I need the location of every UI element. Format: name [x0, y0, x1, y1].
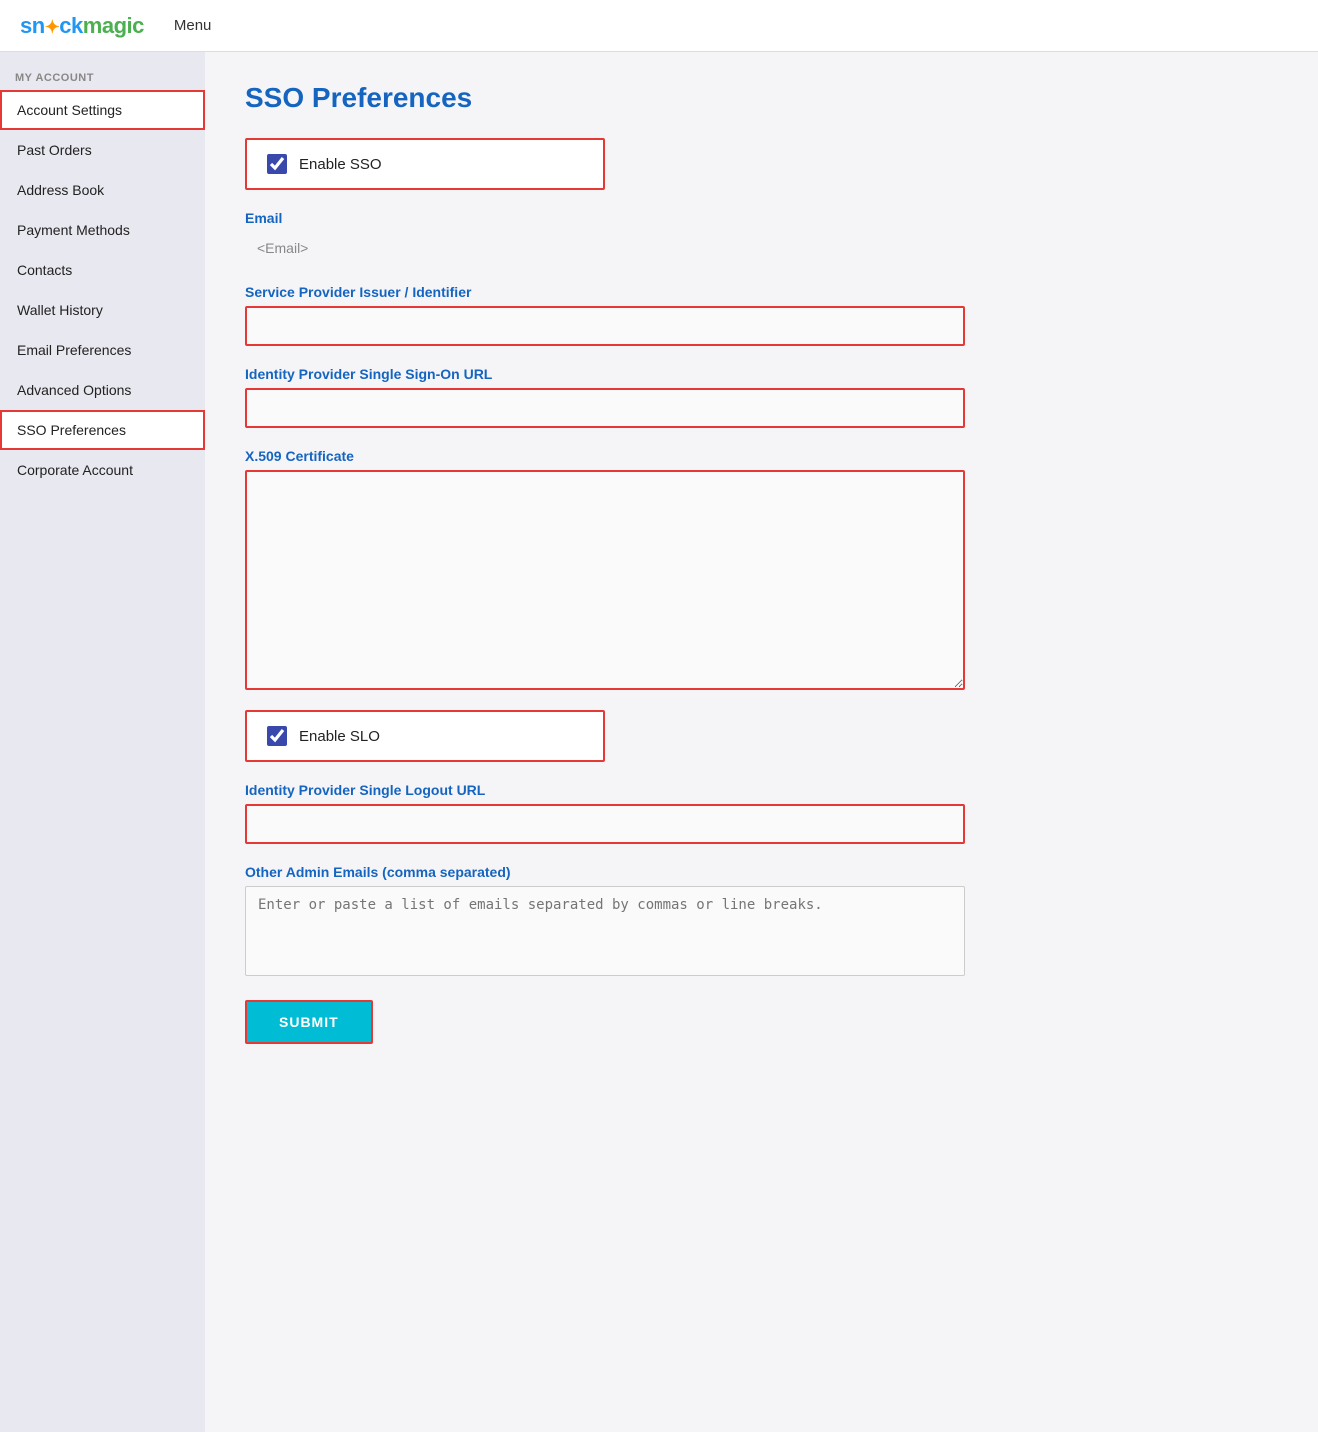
enable-slo-checkbox[interactable] [267, 726, 287, 746]
sidebar-item-sso-preferences[interactable]: SSO Preferences [0, 410, 205, 450]
main-content: SSO Preferences Enable SSO Email <Email>… [205, 52, 1318, 1432]
logo-star-icon: ✦ [45, 17, 60, 37]
enable-slo-checkbox-box: Enable SLO [245, 710, 605, 762]
x509-section: X.509 Certificate [245, 448, 1278, 690]
sidebar-item-past-orders[interactable]: Past Orders [0, 130, 205, 170]
sidebar: MY ACCOUNT Account Settings Past Orders … [0, 52, 205, 1432]
logo-magic: magic [83, 13, 144, 38]
sidebar-section-label: MY ACCOUNT [0, 62, 205, 90]
page-title: SSO Preferences [245, 82, 1278, 114]
admin-emails-section: Other Admin Emails (comma separated) [245, 864, 1278, 976]
sidebar-item-wallet-history[interactable]: Wallet History [0, 290, 205, 330]
admin-emails-textarea[interactable] [245, 886, 965, 976]
enable-sso-checkbox[interactable] [267, 154, 287, 174]
sidebar-item-corporate-account[interactable]: Corporate Account [0, 450, 205, 490]
service-provider-label: Service Provider Issuer / Identifier [245, 284, 1278, 300]
idp-signon-section: Identity Provider Single Sign-On URL [245, 366, 1278, 428]
logo-sn: sn [20, 13, 45, 38]
email-section: Email <Email> [245, 210, 1278, 264]
idp-logout-input[interactable] [245, 804, 965, 844]
sidebar-item-account-settings[interactable]: Account Settings [0, 90, 205, 130]
enable-sso-checkbox-box: Enable SSO [245, 138, 605, 190]
enable-slo-section: Enable SLO [245, 710, 1278, 762]
enable-sso-label[interactable]: Enable SSO [299, 156, 382, 173]
x509-label: X.509 Certificate [245, 448, 1278, 464]
menu-button[interactable]: Menu [174, 17, 212, 34]
sidebar-item-email-preferences[interactable]: Email Preferences [0, 330, 205, 370]
service-provider-input[interactable] [245, 306, 965, 346]
service-provider-section: Service Provider Issuer / Identifier [245, 284, 1278, 346]
enable-sso-section: Enable SSO [245, 138, 1278, 190]
logo-ck: ck [59, 13, 82, 38]
idp-signon-label: Identity Provider Single Sign-On URL [245, 366, 1278, 382]
x509-textarea[interactable] [245, 470, 965, 690]
admin-emails-label: Other Admin Emails (comma separated) [245, 864, 1278, 880]
idp-logout-label: Identity Provider Single Logout URL [245, 782, 1278, 798]
sidebar-item-contacts[interactable]: Contacts [0, 250, 205, 290]
sidebar-item-address-book[interactable]: Address Book [0, 170, 205, 210]
layout: MY ACCOUNT Account Settings Past Orders … [0, 52, 1318, 1432]
idp-signon-input[interactable] [245, 388, 965, 428]
enable-slo-label[interactable]: Enable SLO [299, 728, 380, 745]
logo[interactable]: sn✦ckmagic [20, 13, 144, 39]
sidebar-item-payment-methods[interactable]: Payment Methods [0, 210, 205, 250]
idp-logout-section: Identity Provider Single Logout URL [245, 782, 1278, 844]
header: sn✦ckmagic Menu [0, 0, 1318, 52]
submit-button[interactable]: SUBMIT [245, 1000, 373, 1044]
email-value: <Email> [245, 232, 1278, 264]
sidebar-item-advanced-options[interactable]: Advanced Options [0, 370, 205, 410]
email-label: Email [245, 210, 1278, 226]
